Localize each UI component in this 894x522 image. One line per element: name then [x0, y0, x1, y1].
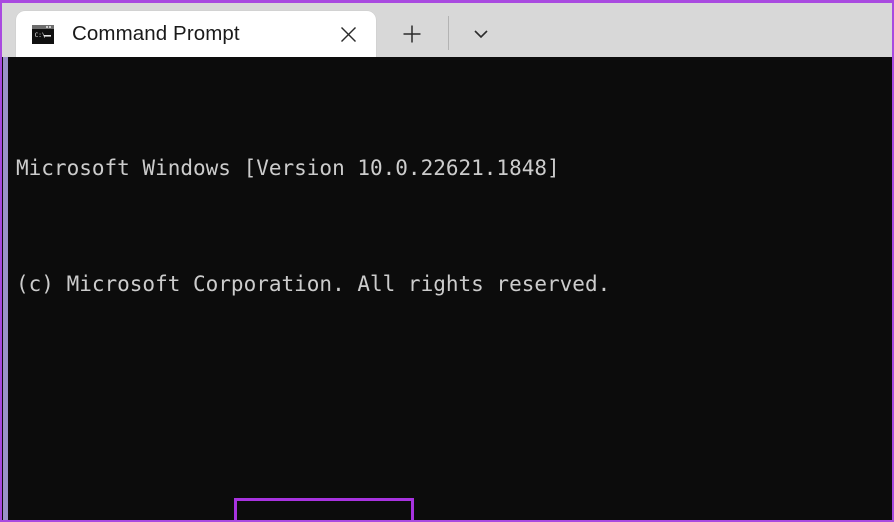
terminal-line-copyright: (c) Microsoft Corporation. All rights re…	[16, 272, 611, 296]
terminal-prompt-line[interactable]: C:\Users\Ankita>shutdown /s	[16, 498, 892, 520]
new-tab-icon[interactable]	[390, 11, 434, 57]
terminal-screen: Microsoft Windows [Version 10.0.22621.18…	[16, 67, 892, 520]
tab-label: Command Prompt	[72, 22, 240, 45]
close-icon[interactable]	[326, 12, 370, 56]
command-prompt-icon: C:\	[32, 24, 54, 44]
tab-command-prompt[interactable]: C:\ Command Prompt	[16, 11, 376, 57]
terminal-output-area[interactable]: Microsoft Windows [Version 10.0.22621.18…	[2, 57, 892, 520]
command-prompt-window: C:\ Command Prompt Microsoft Windows [Ve…	[0, 0, 894, 522]
terminal-scrollbar[interactable]	[2, 57, 8, 520]
tab-strip: C:\ Command Prompt	[2, 3, 892, 57]
chevron-down-icon[interactable]	[459, 11, 503, 57]
terminal-line-version: Microsoft Windows [Version 10.0.22621.18…	[16, 156, 560, 180]
toolbar-separator	[448, 16, 449, 50]
command-highlight-box	[234, 498, 414, 520]
terminal-scrollbar-thumb[interactable]	[3, 57, 8, 520]
